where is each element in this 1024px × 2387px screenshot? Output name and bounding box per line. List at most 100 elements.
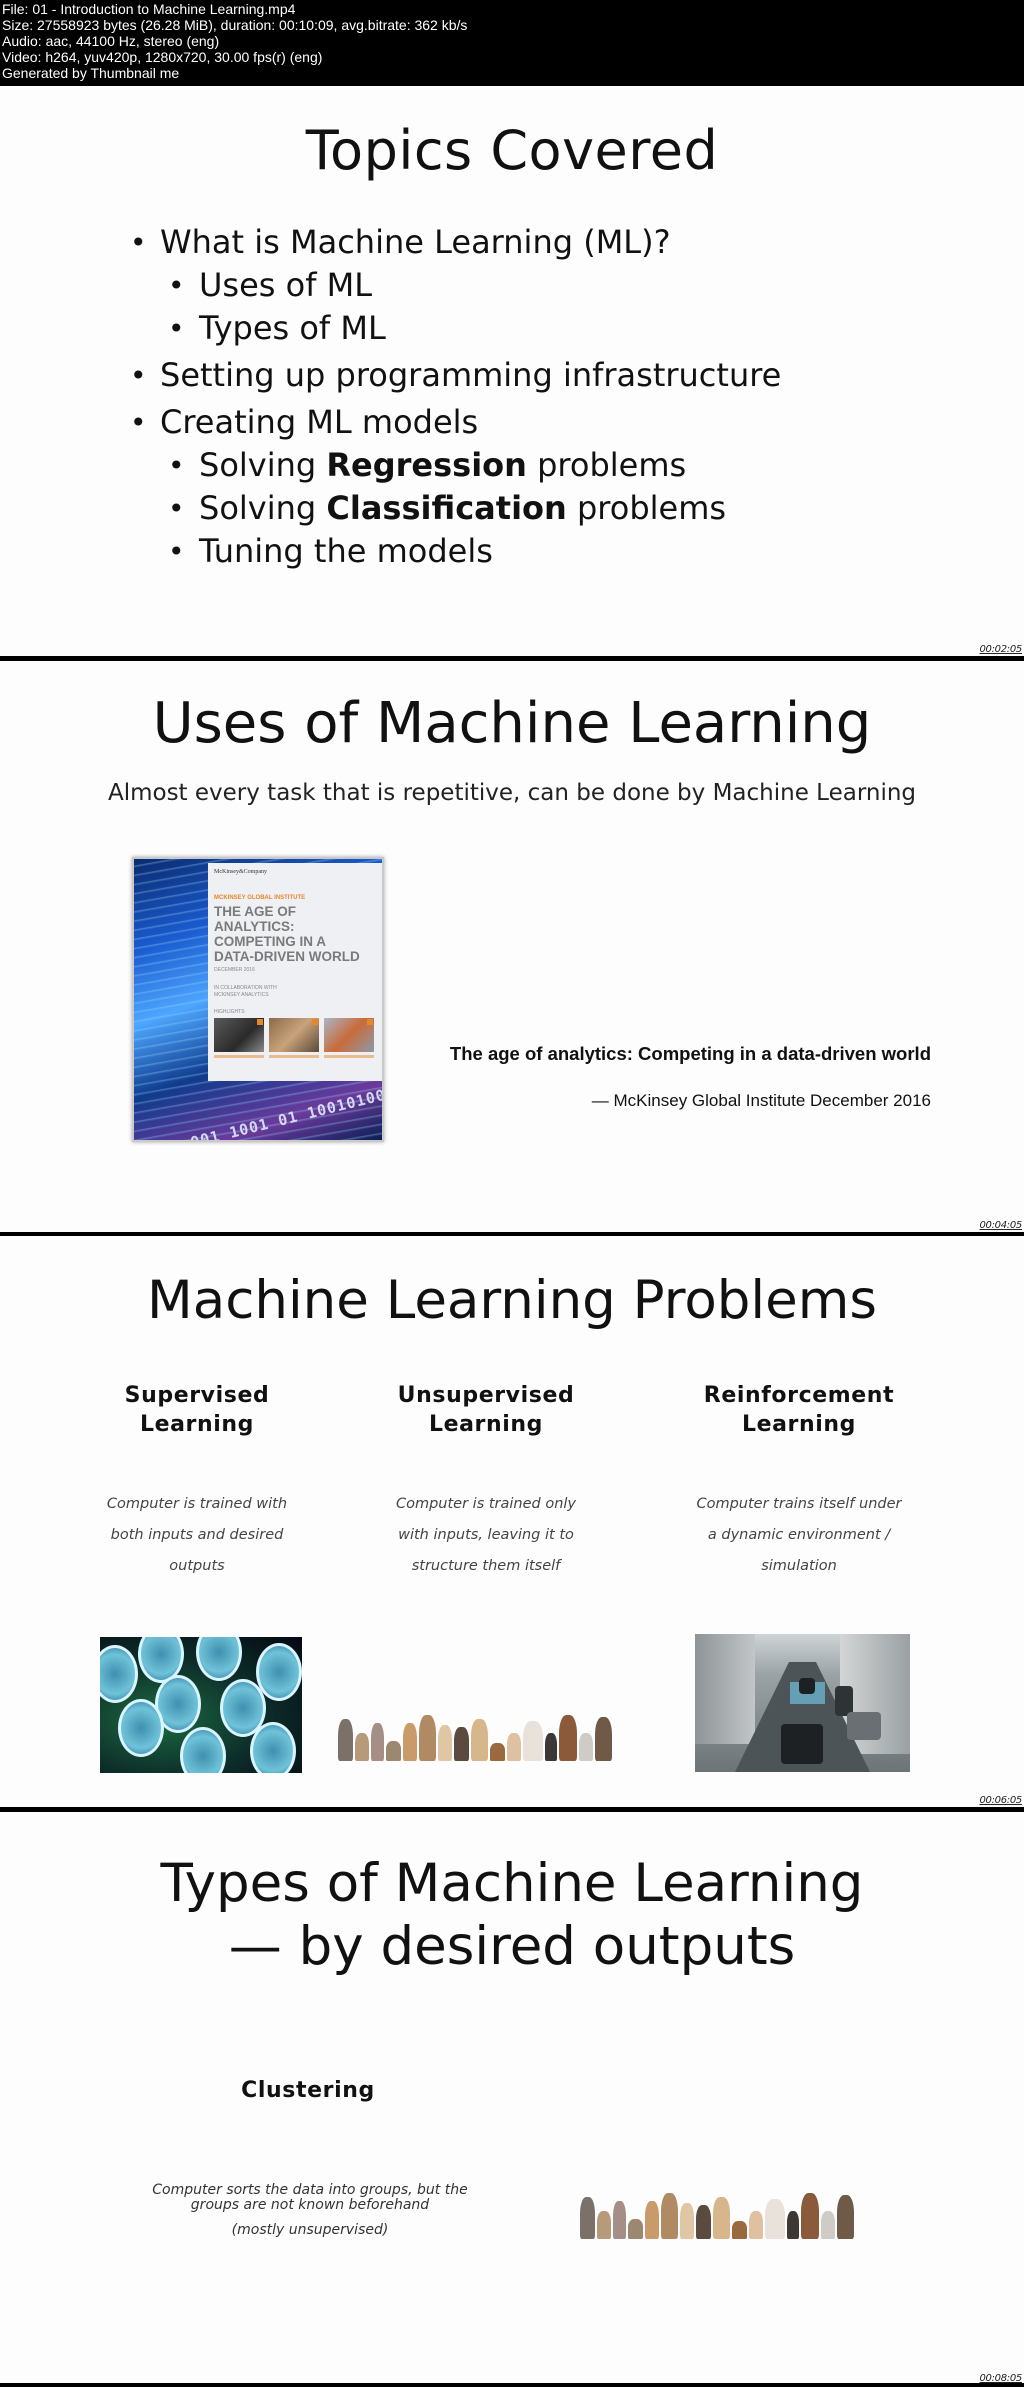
thumbnail-slide-types: Types of Machine Learning — by desired o… <box>0 1812 1024 2385</box>
dog-graphic <box>386 1741 401 1761</box>
list-item: • Tuning the models <box>128 530 781 573</box>
bullet-icon: • <box>168 312 185 345</box>
cat-graphic <box>371 1723 384 1761</box>
list-item: • Types of ML <box>128 307 781 350</box>
list-item: • Setting up programming infrastructure <box>128 354 781 397</box>
dog-graphic <box>837 2195 854 2239</box>
cover-panel: McKinsey&Company MCKINSEY GLOBAL INSTITU… <box>208 863 382 1081</box>
column-description: Computer is trained only with inputs, le… <box>395 1496 577 1574</box>
brain-scan-graphic <box>256 1643 302 1701</box>
cat-graphic <box>338 1719 353 1761</box>
section-description: Computer sorts the data into groups, but… <box>152 2182 468 2213</box>
brain-scan-graphic <box>118 1699 164 1757</box>
brain-scan-graphic <box>196 1637 242 1681</box>
dog-graphic <box>696 2205 711 2239</box>
slide-title: Uses of Machine Learning <box>152 691 872 756</box>
cover-title: THE AGE OF ANALYTICS: COMPETING IN A DAT… <box>214 904 360 964</box>
cat-graphic <box>403 1723 417 1761</box>
reinforcement-learning-column: Reinforcement Learning Computer trains i… <box>674 1381 924 1582</box>
quote-attribution: — McKinsey Global Institute December 201… <box>591 1091 931 1110</box>
brain-scan-graphic <box>100 1645 138 1703</box>
cover-highlights-label: HIGHLIGHTS <box>214 1009 245 1015</box>
bullet-icon: • <box>168 535 185 568</box>
cat-graphic <box>580 2197 595 2239</box>
frame-separator <box>0 1807 1024 1811</box>
dog-graphic <box>419 1715 436 1761</box>
cat-graphic <box>438 1725 452 1761</box>
dog-graphic <box>355 1733 369 1761</box>
bullet-icon: • <box>168 449 185 482</box>
quote-text: The age of analytics: Competing in a dat… <box>449 1043 931 1064</box>
slide-title: Machine Learning Problems <box>147 1270 877 1331</box>
brain-scans-image <box>100 1637 302 1773</box>
generator-line: Generated by Thumbnail me <box>2 65 180 81</box>
file-size-line: Size: 27558923 bytes (26.28 MiB), durati… <box>2 17 468 33</box>
column-heading: Supervised Learning <box>124 1383 270 1437</box>
cat-graphic <box>507 1733 521 1761</box>
list-item: • What is Machine Learning (ML)? <box>128 221 781 264</box>
dog-graphic <box>597 2211 611 2239</box>
brain-scan-graphic <box>250 1722 296 1773</box>
highlight-captions <box>214 1055 376 1063</box>
cat-graphic <box>821 2211 835 2239</box>
highlight-photo <box>214 1018 264 1052</box>
frame-separator <box>0 2383 1024 2387</box>
cat-graphic <box>749 2211 763 2239</box>
highlight-photo <box>269 1018 319 1052</box>
dog-graphic <box>559 1715 577 1761</box>
cat-graphic <box>471 1719 488 1761</box>
slide-title: Types of Machine Learning — by desired o… <box>160 1853 864 1977</box>
cover-highlight-thumbnails <box>214 1018 376 1052</box>
cat-graphic <box>613 2201 626 2239</box>
column-description: Computer is trained with both inputs and… <box>106 1496 288 1574</box>
cover-institute: MCKINSEY GLOBAL INSTITUTE <box>214 895 306 901</box>
timestamp: 00:04:05 <box>979 1220 1022 1231</box>
audio-info-line: Audio: aac, 44100 Hz, stereo (eng) <box>2 33 220 49</box>
emphasis-text: Regression <box>326 446 527 484</box>
slide-subtitle: Almost every task that is repetitive, ca… <box>107 780 917 806</box>
brain-scan-graphic <box>180 1727 226 1773</box>
dog-graphic <box>661 2193 678 2239</box>
frame-separator <box>0 656 1024 660</box>
dog-graphic <box>454 1727 469 1761</box>
bullet-icon: • <box>130 359 147 392</box>
highlight-photo <box>324 1018 374 1052</box>
file-name-line: File: 01 - Introduction to Machine Learn… <box>2 1 296 17</box>
publisher-logo: McKinsey&Company <box>214 869 267 875</box>
unsupervised-learning-column: Unsupervised Learning Computer is traine… <box>361 1381 611 1582</box>
car-graphic <box>847 1712 881 1740</box>
video-metadata-header: File: 01 - Introduction to Machine Learn… <box>0 0 1024 85</box>
cat-graphic <box>645 2201 659 2239</box>
slide-title: Topics Covered <box>305 119 719 182</box>
cat-graphic <box>680 2203 694 2239</box>
timestamp: 00:06:05 <box>979 1795 1022 1806</box>
section-heading: Clustering <box>241 2078 375 2103</box>
cover-collaboration: IN COLLABORATION WITH MCKINSEY ANALYTICS <box>214 985 277 998</box>
dog-graphic <box>595 1717 612 1761</box>
thumbnail-slide-problems: Machine Learning Problems Supervised Lea… <box>0 1236 1024 1807</box>
cat-graphic <box>545 1733 557 1761</box>
car-graphic <box>781 1724 823 1764</box>
dog-graphic <box>628 2219 643 2239</box>
video-info-line: Video: h264, yuv420p, 1280x720, 30.00 fp… <box>2 49 323 65</box>
section-note: (mostly unsupervised) <box>231 2222 389 2238</box>
dog-graphic <box>801 2193 819 2239</box>
thumbnail-slide-topics: Topics Covered • What is Machine Learning… <box>0 86 1024 656</box>
car-graphic <box>799 1678 815 1694</box>
bullet-icon: • <box>168 269 185 302</box>
bullet-icon: • <box>130 406 147 439</box>
cats-and-dogs-image <box>338 1711 656 1761</box>
thumbnail-slide-uses: Uses of Machine Learning Almost every ta… <box>0 661 1024 1232</box>
column-description: Computer trains itself under a dynamic e… <box>696 1496 902 1574</box>
bullet-icon: • <box>130 226 147 259</box>
cover-date: DECEMBER 2016 <box>214 967 255 973</box>
cat-graphic <box>787 2211 799 2239</box>
emphasis-text: Classification <box>326 489 567 527</box>
cat-graphic <box>713 2197 730 2239</box>
bullet-icon: • <box>168 492 185 525</box>
report-cover-image: McKinsey&Company MCKINSEY GLOBAL INSTITU… <box>132 857 384 1142</box>
column-heading: Reinforcement Learning <box>703 1383 895 1437</box>
column-heading: Unsupervised Learning <box>397 1383 575 1437</box>
dog-graphic <box>765 2199 785 2239</box>
timestamp: 00:02:05 <box>979 644 1022 655</box>
